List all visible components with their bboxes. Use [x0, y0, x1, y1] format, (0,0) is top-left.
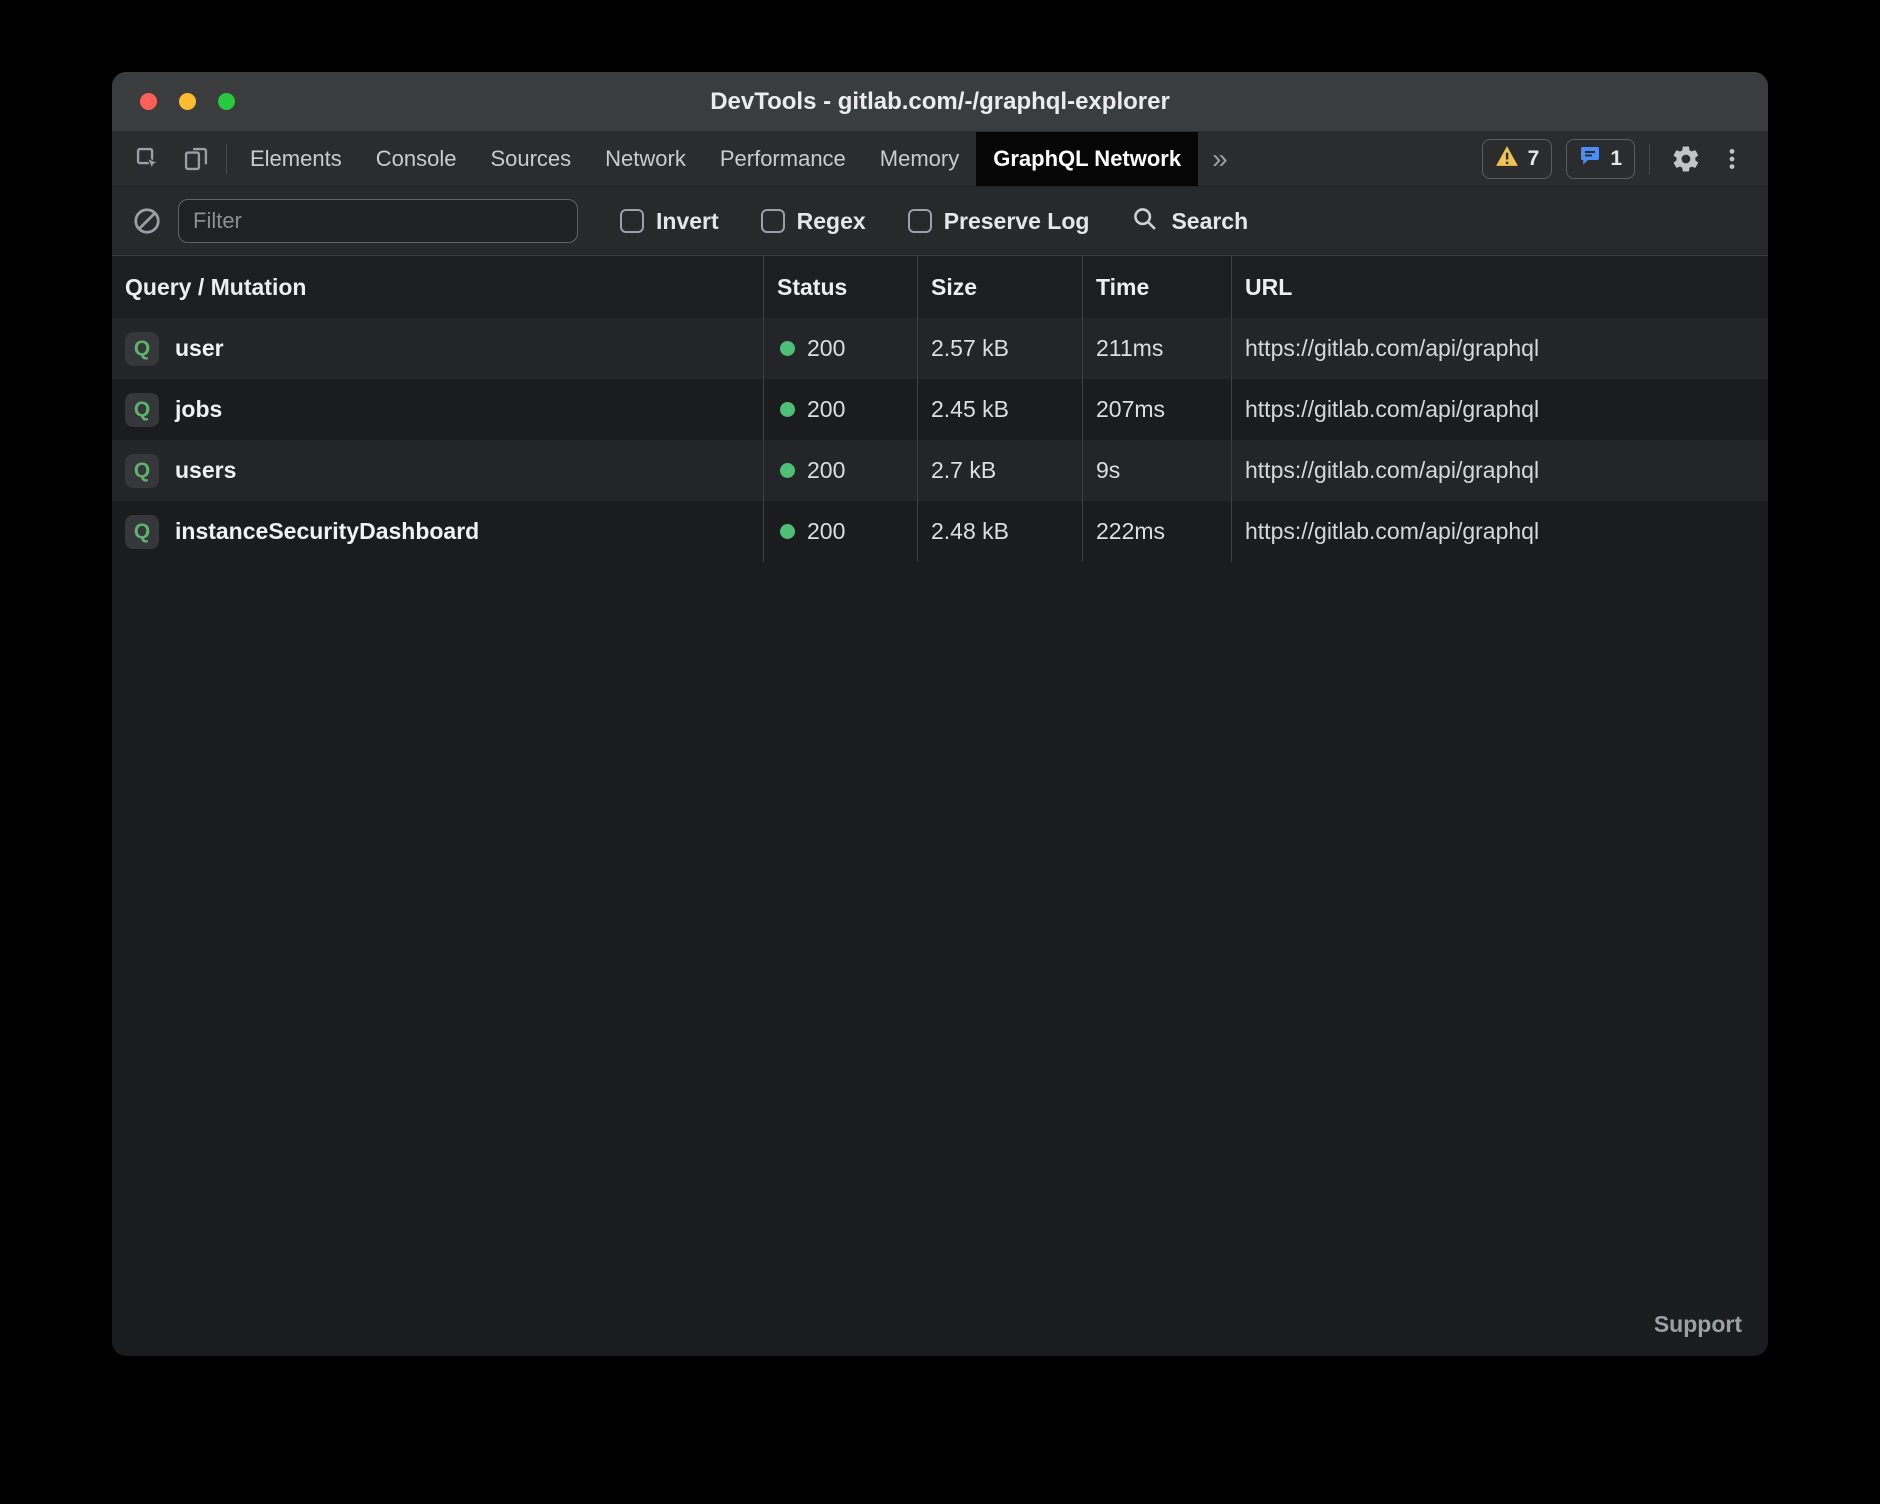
- clear-block-icon[interactable]: [132, 206, 162, 236]
- devtools-tabbar: Elements Console Sources Network Perform…: [112, 132, 1768, 186]
- message-bubble-icon: [1579, 145, 1601, 173]
- window-title: DevTools - gitlab.com/-/graphql-explorer: [112, 88, 1768, 116]
- regex-checkbox-group[interactable]: Regex: [761, 208, 866, 235]
- more-tabs-chevron-icon[interactable]: »: [1198, 132, 1242, 186]
- table-row[interactable]: Q users 200 2.7 kB 9s https://gitlab.com…: [112, 440, 1768, 501]
- inspect-element-icon[interactable]: [132, 143, 164, 175]
- support-link[interactable]: Support: [1654, 1311, 1742, 1338]
- table-header-row: Query / Mutation Status Size Time URL: [112, 256, 1768, 318]
- preserve-log-checkbox-group[interactable]: Preserve Log: [908, 208, 1090, 235]
- issues-count: 1: [1610, 147, 1622, 171]
- close-button[interactable]: [140, 93, 157, 110]
- table-row[interactable]: Q jobs 200 2.45 kB 207ms https://gitlab.…: [112, 379, 1768, 440]
- device-toolbar-icon[interactable]: [180, 143, 212, 175]
- invert-label: Invert: [656, 208, 719, 235]
- table-row[interactable]: Q user 200 2.57 kB 211ms https://gitlab.…: [112, 318, 1768, 379]
- warning-icon: [1495, 145, 1519, 173]
- tab-console[interactable]: Console: [359, 132, 474, 186]
- tab-elements[interactable]: Elements: [233, 132, 359, 186]
- filter-toolbar: Invert Regex Preserve Log Search: [112, 186, 1768, 256]
- tab-sources[interactable]: Sources: [473, 132, 588, 186]
- operation-name: instanceSecurityDashboard: [175, 518, 479, 545]
- status-cell: 200: [764, 501, 918, 562]
- column-header-status[interactable]: Status: [764, 256, 918, 318]
- column-header-url[interactable]: URL: [1232, 256, 1768, 318]
- column-header-query-mutation[interactable]: Query / Mutation: [112, 256, 764, 318]
- search-icon: [1131, 205, 1159, 238]
- size-cell: 2.7 kB: [918, 440, 1083, 501]
- traffic-lights: [140, 93, 235, 110]
- search-label: Search: [1171, 208, 1248, 235]
- request-url: https://gitlab.com/api/graphql: [1245, 335, 1539, 362]
- time-cell: 222ms: [1083, 501, 1232, 562]
- operation-name: jobs: [175, 396, 222, 423]
- url-cell: https://gitlab.com/api/graphql: [1232, 379, 1768, 440]
- table-row[interactable]: Q instanceSecurityDashboard 200 2.48 kB …: [112, 501, 1768, 562]
- operation-name: user: [175, 335, 224, 362]
- status-cell: 200: [764, 379, 918, 440]
- warning-count: 7: [1528, 147, 1540, 171]
- status-code: 200: [807, 396, 845, 423]
- status-code: 200: [807, 457, 845, 484]
- column-header-size[interactable]: Size: [918, 256, 1083, 318]
- tabbar-right-tools: 7 1: [1482, 132, 1768, 186]
- settings-gear-icon[interactable]: [1670, 143, 1702, 175]
- time-cell: 211ms: [1083, 318, 1232, 379]
- more-options-kebab-icon[interactable]: [1716, 143, 1748, 175]
- panel-tabs: Elements Console Sources Network Perform…: [233, 132, 1198, 186]
- tab-memory[interactable]: Memory: [863, 132, 976, 186]
- warnings-badge[interactable]: 7: [1482, 139, 1553, 179]
- preserve-log-label: Preserve Log: [944, 208, 1090, 235]
- query-cell: Q instanceSecurityDashboard: [112, 501, 764, 562]
- status-code: 200: [807, 518, 845, 545]
- regex-checkbox[interactable]: [761, 209, 785, 233]
- time-cell: 9s: [1083, 440, 1232, 501]
- search-control[interactable]: Search: [1131, 205, 1248, 238]
- request-url: https://gitlab.com/api/graphql: [1245, 457, 1539, 484]
- query-type-badge: Q: [125, 393, 159, 427]
- url-cell: https://gitlab.com/api/graphql: [1232, 501, 1768, 562]
- minimize-button[interactable]: [179, 93, 196, 110]
- filter-input[interactable]: [178, 199, 578, 243]
- request-url: https://gitlab.com/api/graphql: [1245, 518, 1539, 545]
- status-ok-dot-icon: [780, 341, 795, 356]
- devtools-window: DevTools - gitlab.com/-/graphql-explorer…: [112, 72, 1768, 1356]
- status-ok-dot-icon: [780, 524, 795, 539]
- issues-badge[interactable]: 1: [1566, 139, 1635, 179]
- toolbar-divider: [226, 144, 227, 174]
- tab-network[interactable]: Network: [588, 132, 703, 186]
- tool-icons: [112, 132, 226, 186]
- right-tools-divider: [1649, 144, 1650, 174]
- time-cell: 207ms: [1083, 379, 1232, 440]
- status-code: 200: [807, 335, 845, 362]
- status-cell: 200: [764, 440, 918, 501]
- titlebar: DevTools - gitlab.com/-/graphql-explorer: [112, 72, 1768, 132]
- status-cell: 200: [764, 318, 918, 379]
- query-cell: Q users: [112, 440, 764, 501]
- preserve-log-checkbox[interactable]: [908, 209, 932, 233]
- query-type-badge: Q: [125, 332, 159, 366]
- url-cell: https://gitlab.com/api/graphql: [1232, 318, 1768, 379]
- request-url: https://gitlab.com/api/graphql: [1245, 396, 1539, 423]
- operation-name: users: [175, 457, 236, 484]
- invert-checkbox-group[interactable]: Invert: [620, 208, 719, 235]
- query-type-badge: Q: [125, 454, 159, 488]
- query-cell: Q user: [112, 318, 764, 379]
- tab-performance[interactable]: Performance: [703, 132, 863, 186]
- invert-checkbox[interactable]: [620, 209, 644, 233]
- query-cell: Q jobs: [112, 379, 764, 440]
- zoom-button[interactable]: [218, 93, 235, 110]
- regex-label: Regex: [797, 208, 866, 235]
- url-cell: https://gitlab.com/api/graphql: [1232, 440, 1768, 501]
- size-cell: 2.45 kB: [918, 379, 1083, 440]
- status-ok-dot-icon: [780, 402, 795, 417]
- status-ok-dot-icon: [780, 463, 795, 478]
- size-cell: 2.48 kB: [918, 501, 1083, 562]
- tab-graphql-network[interactable]: GraphQL Network: [976, 132, 1198, 186]
- size-cell: 2.57 kB: [918, 318, 1083, 379]
- query-type-badge: Q: [125, 515, 159, 549]
- column-header-time[interactable]: Time: [1083, 256, 1232, 318]
